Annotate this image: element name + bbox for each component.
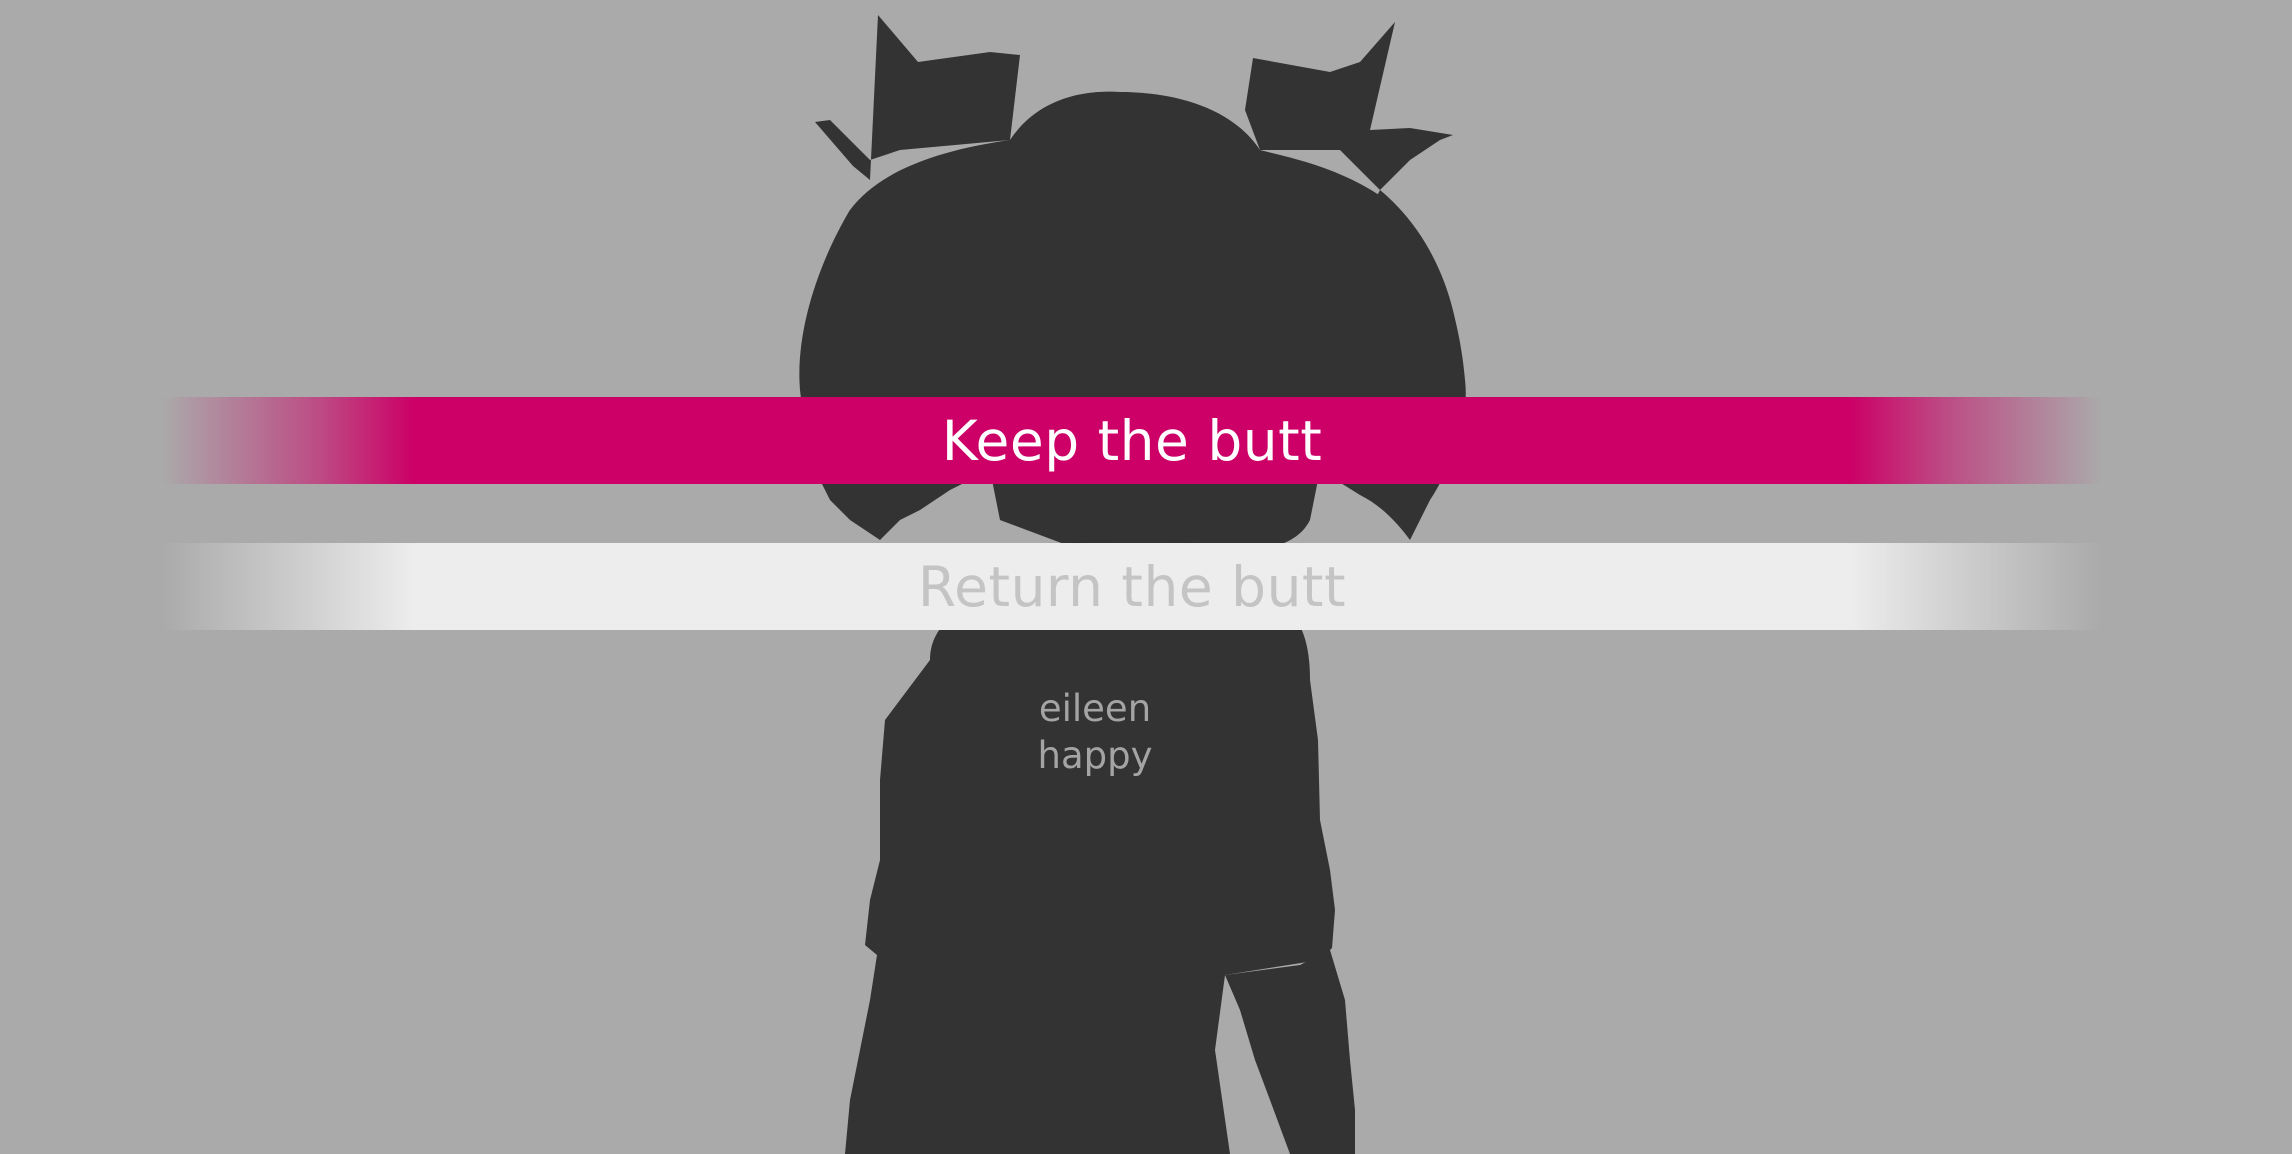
- game-stage: eileen happy Keep the butt Return the bu…: [0, 0, 2292, 1154]
- choice-label: Keep the butt: [941, 408, 1323, 473]
- choice-return-the-butt-button[interactable]: Return the butt: [162, 543, 2102, 630]
- sprite-expression-text: happy: [1037, 734, 1153, 777]
- sprite-placeholder-label: eileen happy: [1000, 685, 1190, 779]
- sprite-name-text: eileen: [1038, 687, 1152, 730]
- choice-keep-the-butt-button[interactable]: Keep the butt: [162, 397, 2102, 484]
- choice-label: Return the butt: [917, 554, 1347, 619]
